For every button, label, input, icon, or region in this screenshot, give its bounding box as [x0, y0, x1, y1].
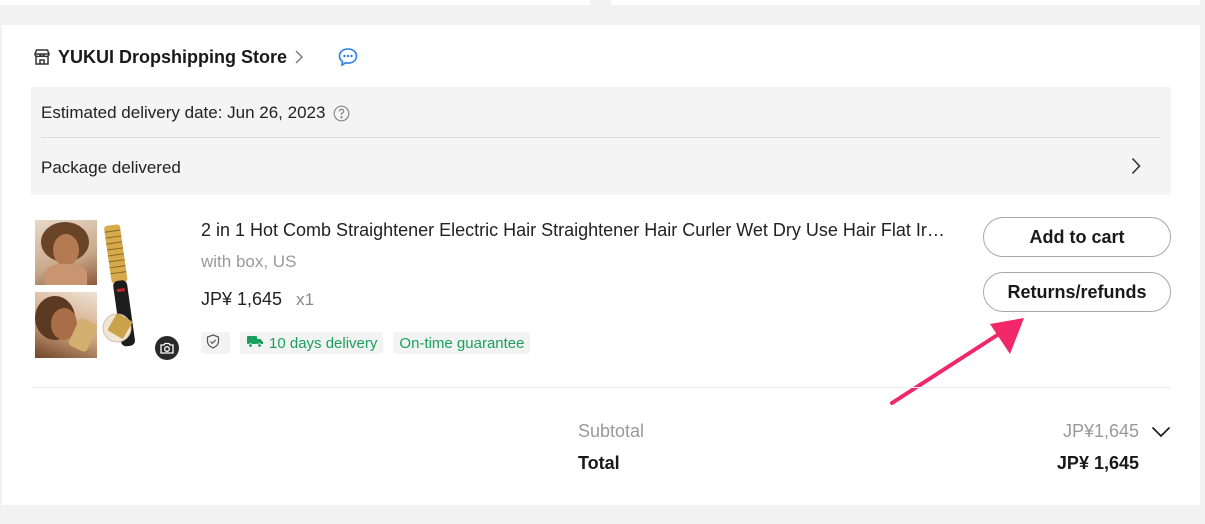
product-image[interactable] [35, 292, 97, 358]
order-card: YUKUI Dropshipping Store Estimated deliv… [2, 25, 1200, 505]
subtotal-label: Subtotal [578, 421, 645, 441]
store-icon [33, 48, 51, 66]
store-name[interactable]: YUKUI Dropshipping Store [58, 47, 287, 68]
price-row: JP¥ 1,645 x1 [201, 289, 314, 310]
subtotal-value: JP¥1,645 [1062, 421, 1139, 441]
annotation-arrow [890, 318, 1024, 405]
buyer-protection-tag [201, 332, 230, 354]
delivery-info: Estimated delivery date: Jun 26, 2023 Pa… [31, 87, 1171, 195]
chevron-right-icon [1131, 157, 1141, 180]
delivery-tag: 10 days delivery [240, 332, 384, 354]
delivery-tag-label: 10 days delivery [269, 334, 378, 352]
chevron-right-icon [295, 50, 303, 64]
product-variant: with box, US [201, 252, 297, 271]
delivery-divider [41, 137, 1161, 138]
service-tags: 10 days delivery On-time guarantee [201, 332, 540, 354]
top-panel-left [0, 0, 590, 5]
product-image[interactable] [35, 220, 97, 285]
product-title[interactable]: 2 in 1 Hot Comb Straightener Electric Ha… [201, 220, 951, 241]
product-images[interactable] [35, 220, 180, 360]
total-value: JP¥ 1,645 [1056, 453, 1139, 473]
package-status-row[interactable]: Package delivered [41, 153, 1141, 183]
returns-refunds-button[interactable]: Returns/refunds [983, 272, 1171, 312]
help-icon[interactable] [333, 105, 350, 122]
product-quantity: x1 [296, 290, 315, 309]
estimated-delivery-text: Estimated delivery date: Jun 26, 2023 [41, 103, 326, 122]
chevron-down-icon[interactable] [1150, 422, 1172, 442]
camera-icon[interactable] [155, 336, 179, 360]
top-panel-right [611, 0, 1200, 5]
guarantee-tag-label: On-time guarantee [399, 334, 525, 352]
truck-icon [246, 335, 269, 352]
estimated-delivery: Estimated delivery date: Jun 26, 2023 [41, 100, 350, 126]
package-status: Package delivered [41, 158, 181, 177]
total-label: Total [578, 453, 620, 473]
card-divider [31, 387, 1171, 388]
guarantee-tag: On-time guarantee [393, 332, 531, 354]
product-price: JP¥ 1,645 [201, 289, 283, 309]
store-header[interactable]: YUKUI Dropshipping Store [33, 45, 303, 69]
add-to-cart-button[interactable]: Add to cart [983, 217, 1171, 257]
shield-icon [206, 333, 225, 353]
chat-icon[interactable] [338, 47, 358, 67]
